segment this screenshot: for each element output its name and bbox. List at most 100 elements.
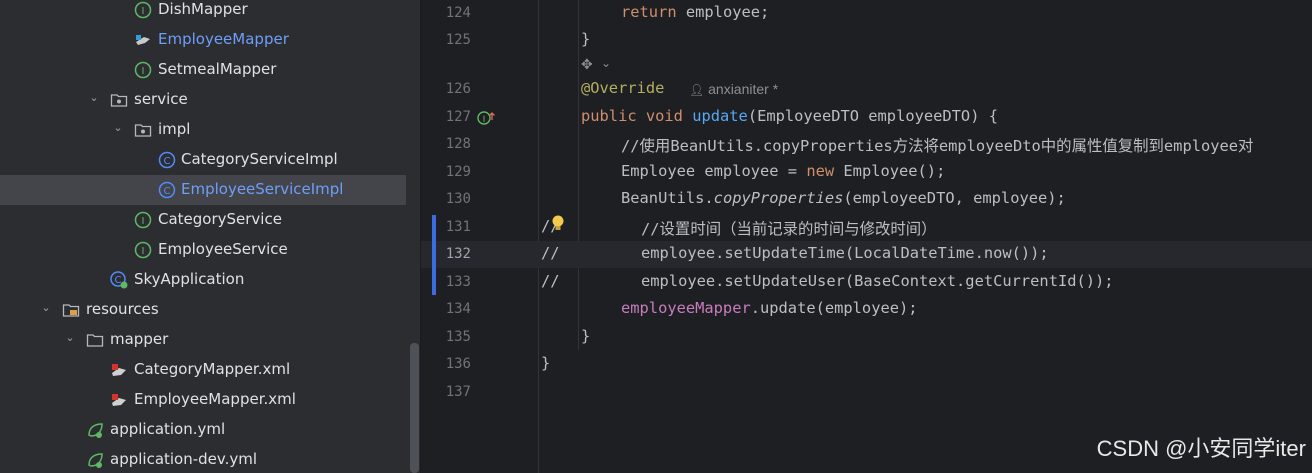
tree-item-mapper[interactable]: ⌄ mapper — [0, 325, 406, 355]
author-hint[interactable]: 👤︎ anxianiter * — [689, 81, 778, 97]
line-number: 124 — [445, 5, 471, 21]
code-line-127[interactable]: 127 I public void update(EmployeeDTO emp… — [421, 104, 1312, 131]
code-text: } — [541, 354, 551, 372]
comment-text: //设置时间（当前记录的时间与修改时间） — [641, 220, 937, 238]
tree-item-label: CategoryService — [158, 210, 282, 228]
interface-icon: I — [134, 61, 152, 79]
tree-item-label: CategoryMapper.xml — [134, 360, 291, 378]
tree-item-service[interactable]: ⌄ service — [0, 85, 406, 115]
tree-item-employeeserviceimpl[interactable]: C EmployeeServiceImpl — [0, 175, 406, 205]
watermark: CSDN @小安同学iter — [1096, 436, 1306, 461]
project-tree: I DishMapper EmployeeMapper I SetmealMap… — [0, 0, 408, 473]
tree-item-label: resources — [86, 300, 159, 318]
line-number: 127 — [445, 109, 471, 125]
spring-boot-class-icon: C — [110, 271, 128, 289]
tree-item-label: CategoryServiceImpl — [181, 150, 338, 168]
tree-item-impl[interactable]: ⌄ impl — [0, 115, 406, 145]
tree-item-employeeservice[interactable]: I EmployeeService — [0, 235, 406, 265]
class-icon: C — [158, 181, 176, 199]
code-line-129[interactable]: 129 Employee employee = new Employee(); — [421, 159, 1312, 186]
tree-item-label: EmployeeMapper.xml — [134, 390, 296, 408]
ai-assistant-icon[interactable]: ✥ — [581, 57, 593, 73]
tree-item-application-dev-yml[interactable]: application-dev.yml — [0, 445, 406, 473]
code-line-124[interactable]: 124 return employee; — [421, 0, 1312, 27]
code-text: Employee(); — [834, 162, 946, 180]
tree-item-label: DishMapper — [158, 0, 248, 18]
chevron-down-icon[interactable]: ⌄ — [601, 56, 611, 70]
annotation-text: @Override — [581, 79, 665, 97]
tree-item-categorymapper-xml[interactable]: CategoryMapper.xml — [0, 355, 406, 385]
code-line-132[interactable]: 132 // employee.setUpdateTime(LocalDateT… — [421, 241, 1312, 268]
tree-item-skyapplication[interactable]: C SkyApplication — [0, 265, 406, 295]
mybatis-xml-icon — [110, 391, 128, 409]
tree-item-dishmapper[interactable]: I DishMapper — [0, 0, 406, 25]
tree-item-categoryservice[interactable]: I CategoryService — [0, 205, 406, 235]
tree-scrollbar-thumb[interactable] — [410, 343, 419, 473]
package-folder-icon — [110, 91, 128, 109]
spring-yaml-icon — [86, 421, 104, 439]
tree-item-resources[interactable]: ⌄ resources — [0, 295, 406, 325]
line-number: 133 — [445, 274, 471, 290]
tree-item-label: mapper — [110, 330, 169, 348]
interface-icon: I — [134, 211, 152, 229]
code-line-134[interactable]: 134 employeeMapper.update(employee); — [421, 296, 1312, 323]
comment-text: //使用BeanUtils.copyProperties方法将employeeD… — [621, 137, 1254, 155]
code-line-131[interactable]: 131 // //设置时间（当前记录的时间与修改时间） — [421, 214, 1312, 241]
folder-icon — [86, 331, 104, 349]
tree-item-categoryserviceimpl[interactable]: C CategoryServiceImpl — [0, 145, 406, 175]
svg-text:I: I — [142, 246, 145, 257]
lightbulb-icon[interactable] — [551, 214, 565, 236]
chevron-down-icon[interactable]: ⌄ — [40, 302, 52, 314]
code-line-136[interactable]: 136 } — [421, 351, 1312, 378]
implements-gutter-icon[interactable]: I — [477, 110, 497, 130]
tree-item-application-yml[interactable]: application.yml — [0, 415, 406, 445]
comment-prefix: // — [541, 272, 560, 290]
author-name: anxianiter * — [708, 81, 779, 97]
keyword: return — [621, 3, 677, 21]
code-line-135[interactable]: 135 } — [421, 324, 1312, 351]
code-text: } — [581, 30, 591, 48]
tree-item-setmealmapper[interactable]: I SetmealMapper — [0, 55, 406, 85]
code-line-128[interactable]: 128 //使用BeanUtils.copyProperties方法将emplo… — [421, 131, 1312, 158]
comment-prefix: // — [541, 244, 560, 262]
code-line-126[interactable]: 126 @Override 👤︎ anxianiter * — [421, 76, 1312, 103]
field-name: employeeMapper — [621, 299, 751, 317]
code-text: BeanUtils. — [621, 189, 714, 207]
tree-item-label: EmployeeMapper — [158, 30, 289, 48]
mybatis-xml-icon — [110, 361, 128, 379]
tree-item-employeemapper-xml[interactable]: EmployeeMapper.xml — [0, 385, 406, 415]
line-number: 136 — [445, 356, 471, 372]
chevron-down-icon[interactable]: ⌄ — [112, 122, 124, 134]
line-number: 137 — [445, 384, 471, 400]
static-method-name: copyProperties — [713, 189, 844, 207]
code-line-133[interactable]: 133 // employee.setUpdateUser(BaseContex… — [421, 269, 1312, 296]
line-number: 128 — [445, 136, 471, 152]
method-name: update — [692, 107, 748, 125]
tree-item-label: EmployeeServiceImpl — [181, 180, 344, 198]
svg-text:C: C — [164, 186, 171, 197]
tree-item-employeemapper[interactable]: EmployeeMapper — [0, 25, 406, 55]
line-number: 134 — [445, 301, 471, 317]
keyword: public void — [581, 107, 693, 125]
tree-item-label: application-dev.yml — [110, 450, 258, 468]
tree-item-label: impl — [158, 120, 191, 138]
code-line-125[interactable]: 125 } — [421, 27, 1312, 54]
line-number: 126 — [445, 81, 471, 97]
vcs-change-marker[interactable] — [432, 215, 436, 295]
code-text: employee.setUpdateUser(BaseContext.getCu… — [641, 272, 1114, 290]
code-line-137[interactable]: 137 — [421, 379, 1312, 406]
code-line-130[interactable]: 130 BeanUtils.copyProperties(employeeDTO… — [421, 186, 1312, 213]
chevron-down-icon[interactable]: ⌄ — [64, 332, 76, 344]
spring-yaml-icon — [86, 451, 104, 469]
person-icon: 👤︎ — [689, 83, 705, 97]
chevron-down-icon[interactable]: ⌄ — [88, 92, 100, 104]
tree-item-label: service — [134, 90, 188, 108]
line-number: 135 — [445, 329, 471, 345]
class-icon: C — [158, 151, 176, 169]
svg-text:C: C — [115, 275, 122, 286]
tree-item-label: EmployeeService — [158, 240, 288, 258]
line-number: 125 — [445, 32, 471, 48]
tree-item-label: SkyApplication — [134, 270, 245, 288]
code-editor[interactable]: 124 return employee; 125 } ✥ ⌄ 126 @Over… — [421, 0, 1312, 473]
interface-icon: I — [134, 241, 152, 259]
